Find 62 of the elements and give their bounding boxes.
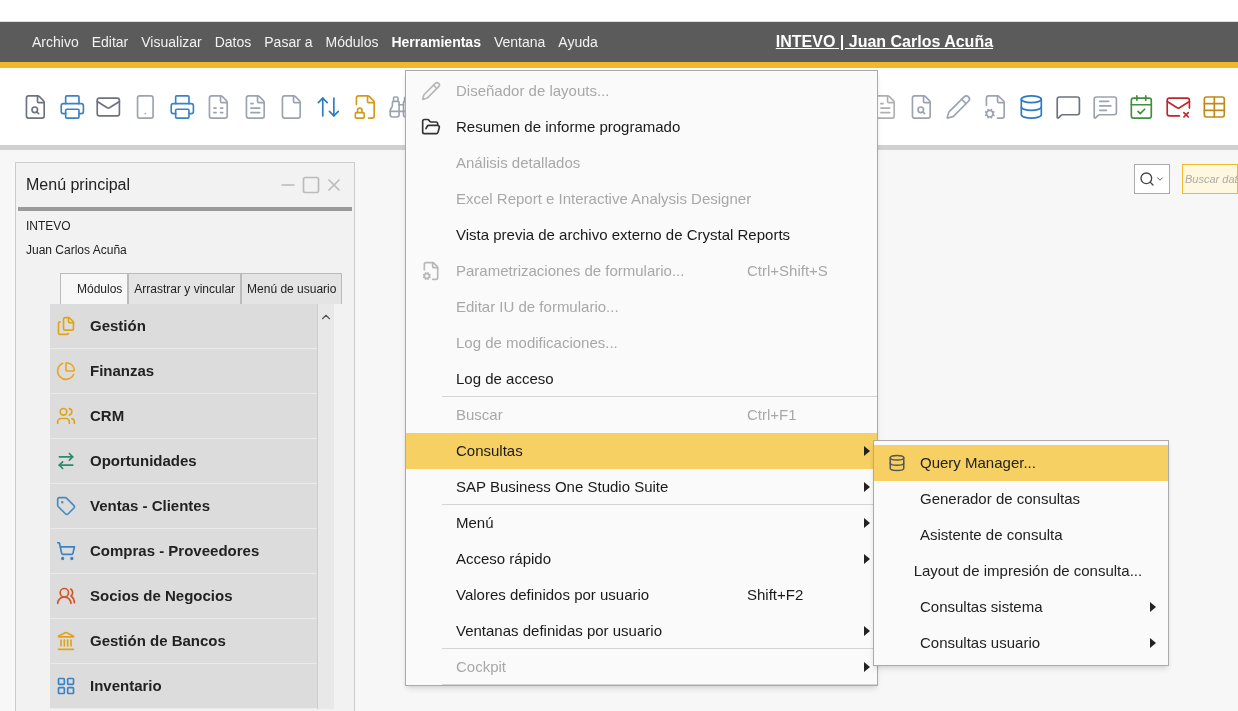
caret-icon	[1155, 174, 1165, 184]
calendar-icon[interactable]	[1128, 92, 1155, 121]
menu-item[interactable]: Log de acceso	[406, 361, 877, 397]
fax-icon[interactable]	[168, 92, 196, 121]
submenu-arrow-icon	[864, 626, 870, 636]
menu-bar-item[interactable]: Herramientas	[391, 31, 481, 53]
grid-icon	[56, 676, 76, 696]
cart-icon	[56, 541, 76, 561]
people-icon	[56, 586, 76, 606]
pie-chart-icon	[56, 361, 76, 381]
submenu-arrow-icon	[864, 518, 870, 528]
pencil-icon[interactable]	[945, 92, 972, 121]
submenu-arrow-icon	[864, 662, 870, 672]
scrollbar[interactable]	[317, 304, 334, 709]
menu-bar-item[interactable]: Módulos	[325, 31, 379, 53]
menu-item[interactable]: Valores definidos por usuario Shift+F2	[406, 577, 877, 613]
submenu-arrow-icon	[1150, 602, 1156, 612]
database-edit-icon	[888, 454, 906, 472]
menu-bar-item[interactable]: Archivo	[32, 31, 79, 53]
shortcut-text: Ctrl+Shift+S	[747, 260, 829, 281]
company-name: INTEVO	[25, 218, 72, 235]
shortcut-text: Shift+F2	[747, 584, 805, 605]
menu-bar-item[interactable]: Datos	[214, 31, 252, 53]
menu-item[interactable]: Layout de impresión de consulta...	[874, 553, 1168, 589]
search-button[interactable]	[1134, 164, 1170, 194]
menu-item[interactable]: Vista previa de archivo externo de Crystal Reports	[406, 217, 877, 253]
panel-title: Menú principal	[26, 175, 131, 195]
menu-item[interactable]: Query Manager...	[874, 445, 1168, 481]
pencil-icon	[421, 81, 441, 101]
submenu-arrow-icon	[864, 446, 870, 456]
tab[interactable]: Arrastrar y vincular	[128, 273, 242, 304]
window-title: INTEVO | Juan Carlos Acuña	[775, 32, 994, 52]
printer-icon[interactable]	[58, 92, 86, 121]
submenu-arrow-icon	[864, 554, 870, 564]
submenu-arrow-icon	[1150, 638, 1156, 648]
user-name: Juan Carlos Acuña	[25, 242, 128, 259]
search-icon	[1139, 171, 1155, 187]
bank-icon	[56, 631, 76, 651]
tag-icon	[56, 496, 76, 516]
menu-item[interactable]: Resumen de informe programado	[406, 109, 877, 145]
menu-bar-item[interactable]: Editar	[91, 31, 129, 53]
arrows-icon	[56, 451, 76, 471]
submenu-arrow-icon	[864, 482, 870, 492]
menu-bar-item[interactable]: Pasar a	[264, 31, 313, 53]
menu-item[interactable]: Consultas	[406, 433, 877, 469]
menu-bar-item[interactable]: Visualizar	[141, 31, 202, 53]
menu-item[interactable]: Acceso rápido	[406, 541, 877, 577]
database-check-icon[interactable]	[1018, 92, 1045, 121]
shortcut-text: Ctrl+F1	[747, 404, 798, 425]
menu-item[interactable]: Consultas sistema	[874, 589, 1168, 625]
maximize-icon[interactable]	[301, 175, 321, 195]
menu-bar-item[interactable]: Ayuda	[558, 31, 598, 53]
menu-item[interactable]: Asistente de consulta	[874, 517, 1168, 553]
tab[interactable]: Módulos	[60, 273, 129, 304]
people-icon	[56, 406, 76, 426]
menu-bar-item[interactable]: Ventana	[493, 31, 546, 53]
documents-icon	[56, 316, 76, 336]
tab[interactable]: Menú de usuario	[241, 273, 343, 304]
file-settings-icon	[421, 261, 441, 281]
menu-item[interactable]: Consultas usuario	[874, 625, 1168, 661]
menu-item[interactable]: Generador de consultas	[874, 481, 1168, 517]
menu-item[interactable]: Menú	[406, 505, 877, 541]
